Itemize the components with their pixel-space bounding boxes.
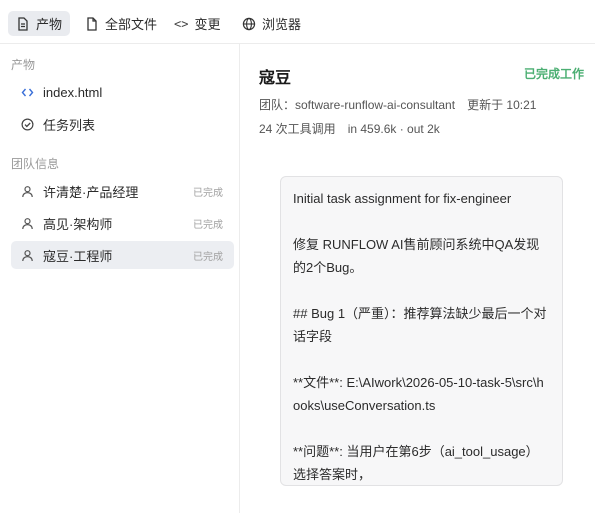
- team-label: 团队：software-runflow-ai-consultant: [259, 98, 456, 112]
- message-paragraph: **文件**: E:\AIwork\2026-05-10-task-5\src\…: [293, 375, 544, 413]
- agent-detail-panel: 寇豆 已完成工作 团队：software-runflow-ai-consulta…: [241, 44, 595, 513]
- status-badge: 已完成: [193, 219, 223, 231]
- sidebar: 产物 index.html 任务列表 团队信息 许清楚·产品经理 已完成 高见·…: [0, 44, 240, 513]
- status-badge: 已完成: [193, 187, 223, 199]
- document-icon: [18, 16, 28, 31]
- message-paragraph: **问题**: 当用户在第6步（ai_tool_usage）选择答案时，: [293, 444, 539, 482]
- message-paragraph: ## Bug 1（严重）：推荐算法缺少最后一个对话字段: [293, 306, 547, 344]
- tab-all-files[interactable]: 全部文件: [77, 11, 165, 36]
- globe-icon: [242, 17, 256, 30]
- status-badge: 已完成: [193, 251, 223, 263]
- sidebar-item-label: 任务列表: [43, 117, 96, 133]
- file-icon: [87, 16, 97, 31]
- agent-name: 寇豆: [259, 70, 292, 87]
- user-icon: [21, 249, 43, 262]
- tab-changes[interactable]: <> 变更: [166, 11, 228, 36]
- sidebar-item-label: 许清楚·产品经理: [43, 184, 139, 200]
- message-card[interactable]: Initial task assignment for fix-engineer…: [280, 176, 563, 486]
- tab-browser[interactable]: 浏览器: [234, 11, 309, 36]
- updated-time: 更新于 10:21: [467, 98, 537, 112]
- tool-call-count: 24 次工具调用: [259, 122, 336, 136]
- sidebar-item-label: 高见·架构师: [43, 216, 113, 232]
- meta-line-team: 团队：software-runflow-ai-consultant 更新于 10:…: [259, 96, 536, 113]
- tab-label: 变更: [194, 17, 221, 32]
- code-icon: <>: [174, 16, 189, 31]
- team-section-title: 团队信息: [11, 157, 60, 171]
- sidebar-item-product-manager[interactable]: 许清楚·产品经理 已完成: [11, 177, 234, 205]
- sidebar-item-index-html[interactable]: index.html: [11, 78, 234, 106]
- sidebar-item-label: 寇豆·工程师: [43, 248, 113, 264]
- tab-label: 全部文件: [105, 17, 158, 32]
- meta-line-usage: 24 次工具调用 in 459.6k · out 2k: [259, 120, 440, 137]
- user-icon: [21, 217, 43, 230]
- token-usage: in 459.6k · out 2k: [347, 122, 440, 136]
- code-icon: [21, 86, 43, 99]
- artifacts-section-title: 产物: [11, 58, 36, 72]
- message-paragraph: Initial task assignment for fix-engineer: [293, 191, 512, 206]
- message-paragraph: 修复 RUNFLOW AI售前顾问系统中QA发现的2个Bug。: [293, 237, 540, 275]
- check-circle-icon: [21, 117, 43, 131]
- user-icon: [21, 185, 43, 198]
- tab-artifacts[interactable]: 产物: [8, 11, 71, 36]
- tab-label: 产物: [36, 17, 63, 32]
- sidebar-item-engineer[interactable]: 寇豆·工程师 已完成: [11, 241, 234, 269]
- tab-label: 浏览器: [262, 17, 302, 32]
- sidebar-item-task-list[interactable]: 任务列表: [11, 110, 234, 138]
- top-tab-bar: 产物 全部文件 <> 变更 浏览器: [0, 0, 595, 44]
- work-status-badge: 已完成工作: [523, 67, 584, 81]
- sidebar-item-architect[interactable]: 高见·架构师 已完成: [11, 209, 234, 237]
- sidebar-item-label: index.html: [43, 84, 103, 100]
